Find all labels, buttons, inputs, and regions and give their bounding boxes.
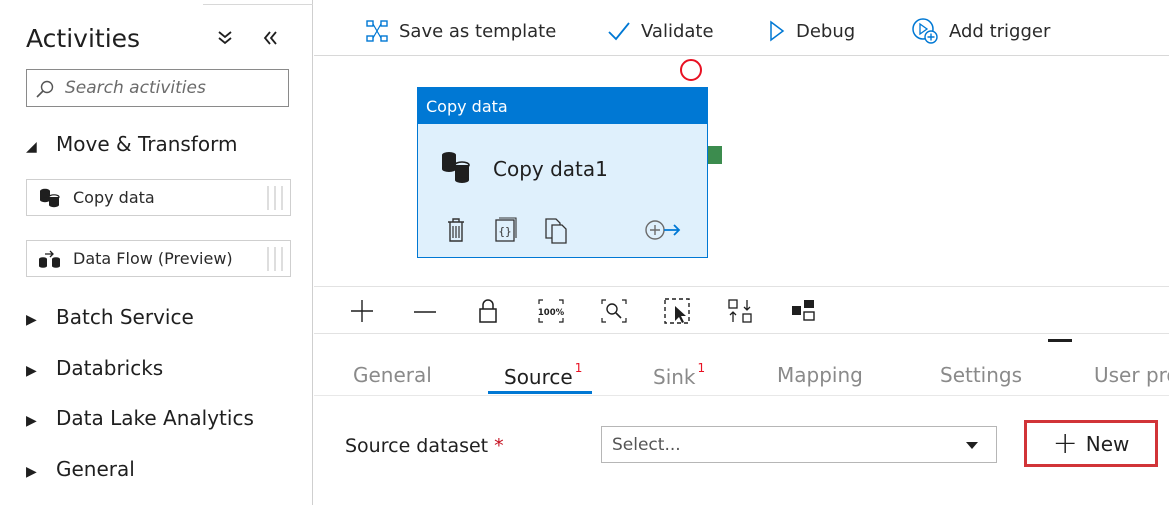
multi-select-icon[interactable] bbox=[663, 297, 691, 325]
validate-label: Validate bbox=[641, 20, 714, 42]
panel-top-divider bbox=[203, 0, 313, 5]
category-label: Batch Service bbox=[56, 305, 194, 329]
new-dataset-button[interactable]: + New bbox=[1024, 420, 1158, 467]
canvas-controls: 100% bbox=[314, 286, 1169, 334]
debug-button[interactable]: Debug bbox=[768, 16, 855, 46]
view-code-icon[interactable]: {} bbox=[492, 216, 520, 244]
category-batch-service[interactable]: ▶ Batch Service bbox=[26, 305, 194, 329]
category-label: General bbox=[56, 457, 135, 481]
tab-label: User pro bbox=[1094, 363, 1169, 387]
activity-label: Data Flow (Preview) bbox=[73, 249, 233, 268]
expanded-triangle-icon: ◢ bbox=[26, 139, 37, 155]
delete-icon[interactable] bbox=[442, 216, 470, 244]
tab-settings[interactable]: Settings bbox=[940, 363, 1022, 387]
template-icon bbox=[366, 20, 388, 42]
activity-copy-data[interactable]: Copy data bbox=[26, 179, 291, 216]
layout-icon[interactable] bbox=[789, 297, 817, 325]
debug-label: Debug bbox=[796, 20, 856, 42]
category-move-transform[interactable]: ◢ Move & Transform bbox=[26, 132, 237, 156]
activities-title: Activities bbox=[26, 24, 141, 53]
category-label: Data Lake Analytics bbox=[56, 406, 254, 430]
add-output-icon[interactable] bbox=[643, 216, 683, 244]
collapsed-triangle-icon: ▶ bbox=[26, 464, 37, 480]
svg-text:100%: 100% bbox=[538, 308, 565, 318]
search-icon bbox=[35, 79, 55, 99]
search-input[interactable] bbox=[65, 76, 280, 100]
caret-down-icon bbox=[966, 442, 978, 449]
drag-grip-icon[interactable] bbox=[265, 247, 285, 271]
properties-panel: General Source 1 Sink 1 Mapping Settings U… bbox=[314, 343, 1169, 505]
add-trigger-button[interactable]: Add trigger bbox=[911, 16, 1050, 46]
tab-label: Mapping bbox=[777, 363, 863, 387]
lock-icon[interactable] bbox=[474, 297, 502, 325]
trigger-icon bbox=[912, 18, 938, 44]
source-dataset-label: Source dataset * bbox=[345, 435, 504, 457]
error-count-badge: 1 bbox=[697, 361, 706, 376]
copy-data-icon bbox=[38, 188, 62, 208]
svg-text:{}: {} bbox=[498, 225, 511, 238]
pipeline-toolbar: Save as template Validate Debug Add trig… bbox=[314, 0, 1169, 56]
tab-general[interactable]: General bbox=[353, 363, 432, 387]
failure-output-port[interactable] bbox=[680, 59, 702, 81]
collapsed-triangle-icon: ▶ bbox=[26, 312, 37, 328]
success-output-port[interactable] bbox=[708, 146, 722, 164]
copy-data-icon bbox=[439, 150, 473, 186]
zoom-fit-icon[interactable] bbox=[600, 297, 628, 325]
active-tab-indicator bbox=[488, 391, 592, 394]
activity-node-name: Copy data1 bbox=[493, 157, 608, 181]
error-count-badge: 1 bbox=[574, 361, 583, 376]
category-data-lake-analytics[interactable]: ▶ Data Lake Analytics bbox=[26, 406, 254, 430]
auto-align-icon[interactable] bbox=[726, 297, 754, 325]
collapse-panel-icon[interactable] bbox=[258, 26, 282, 50]
tab-label: Source bbox=[504, 365, 573, 389]
data-flow-icon bbox=[38, 249, 62, 269]
activity-label: Copy data bbox=[73, 188, 155, 207]
collapsed-triangle-icon: ▶ bbox=[26, 363, 37, 379]
zoom-out-icon[interactable] bbox=[411, 297, 439, 325]
category-databricks[interactable]: ▶ Databricks bbox=[26, 356, 163, 380]
plus-icon: + bbox=[1052, 425, 1078, 461]
required-marker: * bbox=[494, 435, 504, 457]
activities-panel: Activities ◢ Move & Transform Copy data D… bbox=[0, 0, 313, 505]
clone-icon[interactable] bbox=[542, 216, 570, 244]
source-dataset-dropdown[interactable]: Select... bbox=[601, 426, 997, 463]
copy-data-activity-node[interactable]: Copy data Copy data1 {} bbox=[417, 87, 708, 258]
source-dataset-text: Source dataset bbox=[345, 435, 489, 457]
collapsed-triangle-icon: ▶ bbox=[26, 413, 37, 429]
tab-label: Sink bbox=[653, 365, 696, 389]
tab-sink[interactable]: Sink 1 bbox=[653, 361, 705, 389]
tab-label: Settings bbox=[940, 363, 1023, 387]
tab-source[interactable]: Source 1 bbox=[504, 361, 582, 389]
save-as-template-label: Save as template bbox=[399, 20, 557, 42]
add-trigger-label: Add trigger bbox=[949, 20, 1051, 42]
search-activities-box[interactable] bbox=[26, 69, 289, 107]
category-general[interactable]: ▶ General bbox=[26, 457, 135, 481]
activity-data-flow[interactable]: Data Flow (Preview) bbox=[26, 240, 291, 277]
dropdown-value: Select... bbox=[612, 435, 681, 455]
validate-button[interactable]: Validate bbox=[607, 16, 714, 46]
pipeline-canvas[interactable]: Copy data Copy data1 {} bbox=[314, 57, 1169, 285]
save-as-template-button[interactable]: Save as template bbox=[365, 16, 556, 46]
zoom-100-icon[interactable]: 100% bbox=[537, 297, 565, 325]
tab-label: General bbox=[353, 363, 432, 387]
drag-grip-icon[interactable] bbox=[265, 186, 285, 210]
tab-user-properties[interactable]: User pro bbox=[1094, 363, 1169, 387]
pipeline-editor: Save as template Validate Debug Add trig… bbox=[314, 0, 1169, 505]
panel-resize-handle[interactable] bbox=[1048, 339, 1072, 342]
zoom-in-icon[interactable] bbox=[348, 297, 376, 325]
tab-mapping[interactable]: Mapping bbox=[777, 363, 863, 387]
collapse-all-icon[interactable] bbox=[214, 26, 236, 50]
tabs-divider bbox=[314, 395, 1169, 396]
play-icon bbox=[770, 20, 785, 42]
new-button-label: New bbox=[1085, 431, 1130, 456]
activity-node-header: Copy data bbox=[418, 88, 707, 124]
category-label: Databricks bbox=[56, 356, 164, 380]
category-label: Move & Transform bbox=[56, 132, 238, 156]
checkmark-icon bbox=[608, 22, 630, 41]
